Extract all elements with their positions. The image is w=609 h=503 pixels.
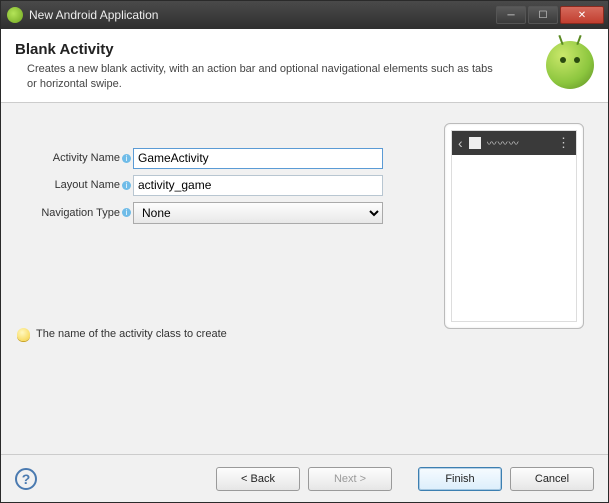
help-icon[interactable]: ? [15, 468, 37, 490]
info-icon[interactable]: i [122, 208, 131, 217]
hint-text: The name of the activity class to create [36, 328, 227, 340]
chevron-left-icon: ‹ [458, 135, 463, 151]
label-layout-name: Layout Namei [23, 179, 131, 191]
form-area: Activity Namei Layout Namei Navigation T… [23, 148, 383, 230]
wizard-header-text: Blank Activity Creates a new blank activ… [15, 41, 546, 92]
navigation-type-select[interactable]: None [133, 202, 383, 224]
info-icon[interactable]: i [122, 154, 131, 163]
title-placeholder: 〰〰〰 [487, 135, 551, 150]
info-icon[interactable]: i [122, 181, 131, 190]
row-navigation-type: Navigation Typei None [23, 202, 383, 224]
label-navigation-type: Navigation Typei [23, 207, 131, 219]
wizard-footer: ? < Back Next > Finish Cancel [1, 454, 608, 502]
window-title: New Android Application [29, 8, 496, 22]
maximize-button[interactable]: ☐ [528, 6, 558, 24]
cancel-button[interactable]: Cancel [510, 467, 594, 491]
wizard-header: Blank Activity Creates a new blank activ… [1, 29, 608, 102]
page-description: Creates a new blank activity, with an ac… [15, 62, 495, 92]
close-button[interactable]: ✕ [560, 6, 604, 24]
phone-preview: ‹ 〰〰〰 ⋮ [444, 123, 584, 329]
row-layout-name: Layout Namei [23, 175, 383, 196]
label-activity-name: Activity Namei [23, 152, 131, 164]
row-activity-name: Activity Namei [23, 148, 383, 169]
overflow-icon: ⋮ [557, 138, 570, 148]
android-icon [546, 41, 594, 89]
finish-button[interactable]: Finish [418, 467, 502, 491]
phone-actionbar: ‹ 〰〰〰 ⋮ [452, 131, 576, 155]
wizard-content: Activity Namei Layout Namei Navigation T… [1, 103, 608, 454]
app-icon [7, 7, 23, 23]
titlebar: New Android Application ─ ☐ ✕ [1, 1, 608, 29]
app-square-icon [469, 137, 481, 149]
hint-row: The name of the activity class to create [17, 328, 227, 341]
lightbulb-icon [17, 328, 30, 341]
layout-name-input[interactable] [133, 175, 383, 196]
page-title: Blank Activity [15, 41, 546, 58]
minimize-button[interactable]: ─ [496, 6, 526, 24]
wizard-window: New Android Application ─ ☐ ✕ Blank Acti… [0, 0, 609, 503]
back-button[interactable]: < Back [216, 467, 300, 491]
next-button: Next > [308, 467, 392, 491]
window-controls: ─ ☐ ✕ [496, 6, 604, 24]
activity-name-input[interactable] [133, 148, 383, 169]
phone-screen: ‹ 〰〰〰 ⋮ [451, 130, 577, 322]
